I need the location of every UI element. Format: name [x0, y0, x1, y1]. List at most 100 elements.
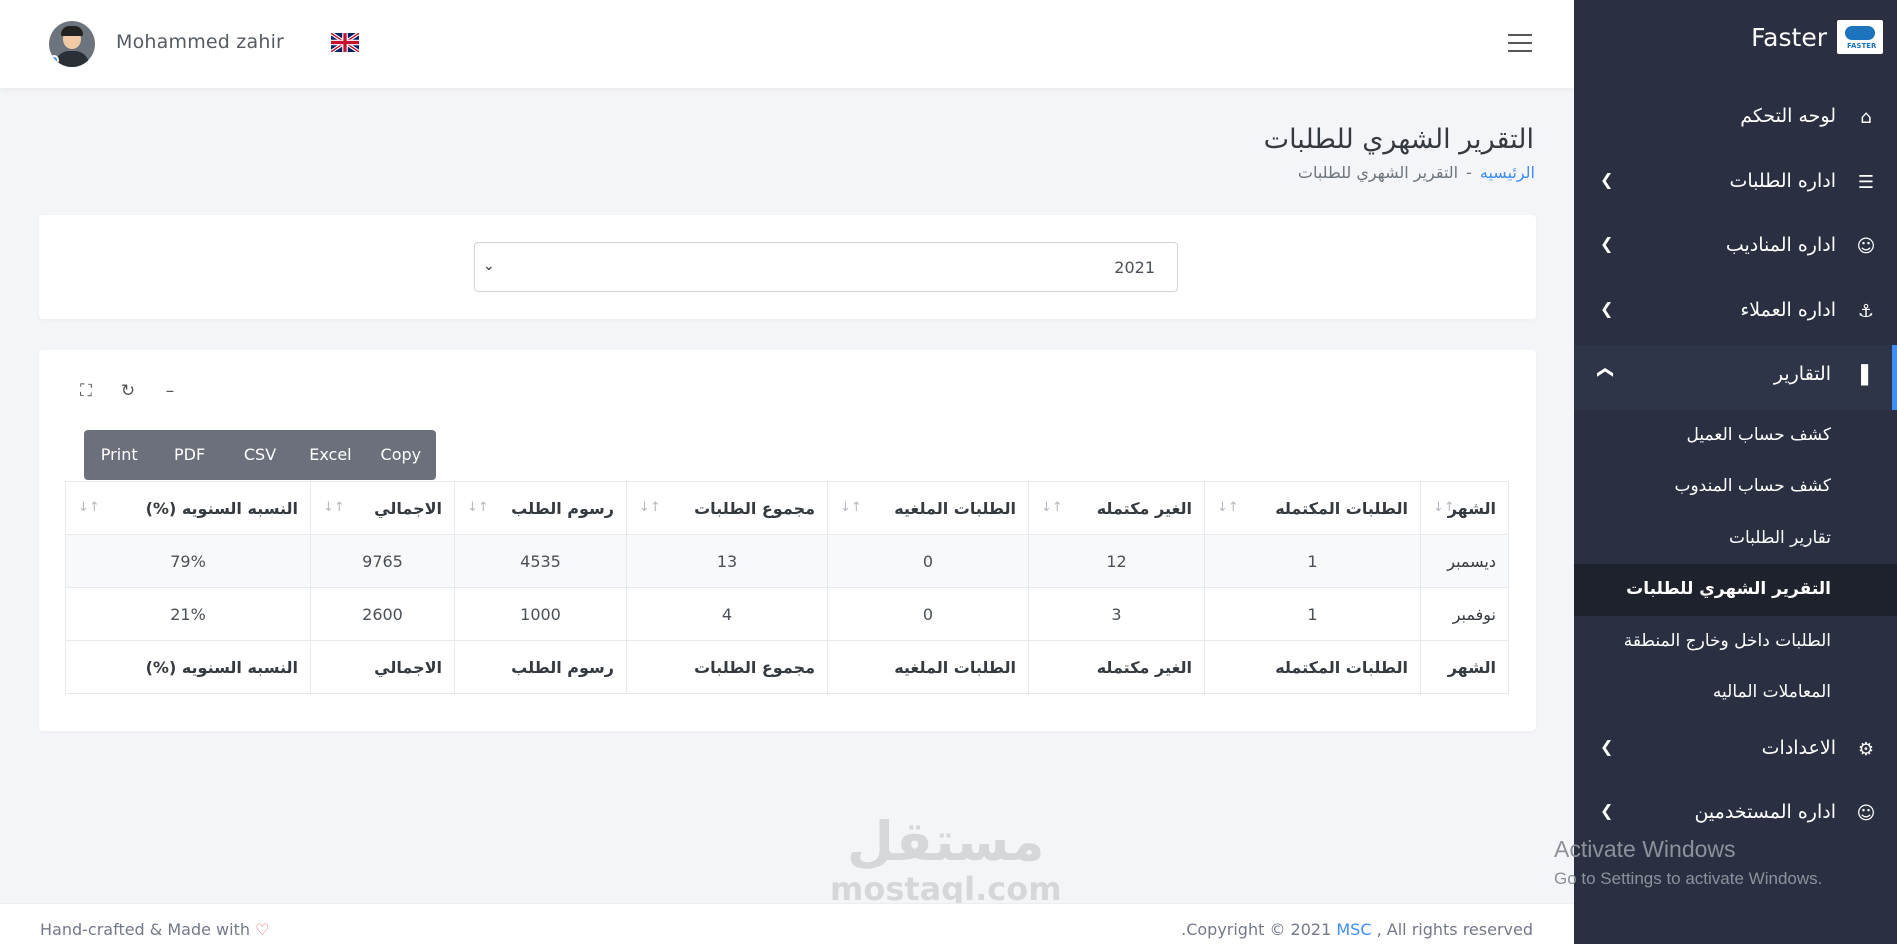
column-header-label: رسوم الطلب [511, 498, 614, 518]
year-filter-card: 2021 ⌄ [39, 215, 1536, 319]
sidebar-item-delegates[interactable]: ☺ اداره المناديب ❯ [1574, 216, 1897, 281]
table-cell: 0 [827, 534, 1029, 588]
breadcrumb-separator: - [1466, 163, 1472, 182]
submenu-item-delegate-statement[interactable]: كشف حساب المندوب [1574, 461, 1897, 513]
brand[interactable]: FASTER Faster [1751, 20, 1883, 54]
footer-copyright: .Copyright © 2021 MSC , All rights reser… [1181, 920, 1533, 939]
table-cell: 12 [1028, 534, 1205, 588]
column-header-completed[interactable]: الطلبات المكتمله ↑↓ [1204, 481, 1421, 535]
table-cell: 0 [827, 587, 1029, 641]
table-row: نوفمبر 1 3 0 4 1000 2600 21% [65, 587, 1509, 641]
fullscreen-icon[interactable]: ⛶ [75, 380, 97, 402]
sidebar-item-orders[interactable]: ☰ اداره الطلبات ❯ [1574, 152, 1897, 217]
submenu-item-label: الطلبات داخل وخارج المنطقة [1623, 630, 1831, 651]
submenu-item-label: التقرير الشهري للطلبات [1626, 579, 1831, 599]
breadcrumb: الرئيسيه-التقرير الشهري للطلبات [1298, 163, 1535, 182]
chevron-down-icon: ⌄ [483, 258, 495, 274]
table-cell: 2600 [310, 587, 455, 641]
mostaql-watermark: مستقل mostaql.com [830, 810, 1062, 908]
column-header-label: الاجمالي [374, 498, 442, 518]
column-header-label: الطلبات الملغيه [894, 498, 1016, 518]
footer-cell: النسبه السنويه (%) [65, 640, 311, 694]
footer-credit-text: Hand-crafted & Made with [40, 920, 250, 939]
sidebar-item-reports[interactable]: ▐ التقارير ❯ [1574, 345, 1897, 410]
chevron-up-icon: ❯ [1597, 365, 1617, 380]
submenu-item-order-reports[interactable]: تقارير الطلبات [1574, 513, 1897, 565]
column-header-label: الغير مكتمله [1096, 498, 1192, 518]
sidebar-item-customers[interactable]: ⚓ اداره العملاء ❯ [1574, 281, 1897, 346]
avatar-body [55, 51, 89, 67]
column-header-order-fees[interactable]: رسوم الطلب ↑↓ [454, 481, 627, 535]
sidebar: FASTER Faster ⌂ لوحه التحكم ☰ اداره الطل… [1574, 0, 1897, 944]
column-header-cancelled[interactable]: الطلبات الملغيه ↑↓ [827, 481, 1029, 535]
list-check-icon: ☰ [1857, 171, 1875, 193]
submenu-item-customer-statement[interactable]: كشف حساب العميل [1574, 410, 1897, 462]
table-cell: 1 [1204, 587, 1421, 641]
user-avatar[interactable] [49, 21, 95, 67]
table-cell: 13 [626, 534, 828, 588]
column-header-annual-percent[interactable]: النسبه السنويه (%) ↑↓ [65, 481, 311, 535]
column-header-incomplete[interactable]: الغير مكتمله ↑↓ [1028, 481, 1205, 535]
watermark-arabic: مستقل [847, 810, 1045, 873]
column-header-total-orders[interactable]: مجموع الطلبات ↑↓ [626, 481, 828, 535]
top-header: Mohammed zahir [0, 0, 1574, 88]
username[interactable]: Mohammed zahir [116, 31, 284, 53]
sidebar-item-label: التقارير [1773, 363, 1831, 385]
sidebar-menu: ⌂ لوحه التحكم ☰ اداره الطلبات ❯ ☺ اداره … [1574, 87, 1897, 848]
table-cell: 9765 [310, 534, 455, 588]
sort-icon: ↑↓ [467, 500, 489, 515]
submenu-item-financial-transactions[interactable]: المعاملات الماليه [1574, 667, 1897, 719]
copyright-prefix: .Copyright © 2021 [1181, 920, 1332, 939]
card-tools: ⛶ ↻ – [75, 380, 181, 402]
watermark-latin: mostaql.com [830, 870, 1062, 908]
column-header-total[interactable]: الاجمالي ↑↓ [310, 481, 455, 535]
sort-icon: ↑↓ [323, 500, 345, 515]
copyright-brand-link[interactable]: MSC [1336, 920, 1371, 939]
copy-button[interactable]: Copy [366, 430, 436, 480]
refresh-icon[interactable]: ↻ [117, 380, 139, 402]
column-header-month[interactable]: الشهر ↑↓ [1420, 481, 1509, 535]
table-cell: 79% [65, 534, 311, 588]
avatar-hair [61, 26, 83, 36]
footer-cell: الاجمالي [310, 640, 455, 694]
print-button[interactable]: Print [84, 430, 154, 480]
sort-icon: ↑↓ [1217, 500, 1239, 515]
sort-icon: ↑↓ [1041, 500, 1063, 515]
table-cell: 3 [1028, 587, 1205, 641]
table-footer-row: الشهر الطلبات المكتمله الغير مكتمله الطل… [65, 640, 1509, 694]
sidebar-item-dashboard[interactable]: ⌂ لوحه التحكم [1574, 87, 1897, 152]
submenu-item-monthly-report[interactable]: التقرير الشهري للطلبات [1574, 564, 1897, 616]
table-row: ديسمبر 1 12 0 13 4535 9765 79% [65, 534, 1509, 588]
submenu-item-inside-outside-region[interactable]: الطلبات داخل وخارج المنطقة [1574, 616, 1897, 668]
sidebar-item-settings[interactable]: ⚙ الاعدادات ❯ [1574, 719, 1897, 784]
collapse-icon[interactable]: – [159, 380, 181, 402]
hamburger-icon[interactable] [1508, 34, 1532, 52]
pdf-button[interactable]: PDF [154, 430, 224, 480]
uk-flag-icon[interactable] [331, 33, 359, 52]
sort-icon: ↑↓ [1433, 500, 1455, 515]
breadcrumb-home-link[interactable]: الرئيسيه [1480, 163, 1535, 182]
submenu-item-label: المعاملات الماليه [1712, 682, 1831, 702]
excel-button[interactable]: Excel [295, 430, 365, 480]
monthly-report-table: الشهر ↑↓ الطلبات المكتمله ↑↓ الغير مكتمله ↑… [65, 481, 1509, 694]
report-table-card: ⛶ ↻ – Print PDF CSV Excel Copy الشهر ↑↓ ا… [39, 350, 1536, 731]
sidebar-item-label: لوحه التحكم [1740, 105, 1836, 127]
sort-icon: ↑↓ [78, 500, 100, 515]
year-select-value: 2021 [1114, 258, 1155, 277]
sort-icon: ↑↓ [840, 500, 862, 515]
column-header-label: النسبه السنويه (%) [145, 498, 298, 518]
csv-button[interactable]: CSV [225, 430, 295, 480]
column-header-label: الشهر [1447, 498, 1496, 518]
breadcrumb-current: التقرير الشهري للطلبات [1297, 163, 1459, 182]
year-select[interactable]: 2021 ⌄ [474, 242, 1178, 292]
submenu-item-label: كشف حساب العميل [1686, 424, 1831, 445]
table-cell: 1000 [454, 587, 627, 641]
sidebar-item-label: الاعدادات [1761, 736, 1836, 759]
page-footer: Hand-crafted & Made with ♡ .Copyright © … [0, 903, 1574, 944]
table-cell: ديسمبر [1420, 534, 1509, 588]
sidebar-item-label: اداره المناديب [1725, 234, 1836, 256]
anchor-icon: ⚓ [1857, 300, 1875, 322]
chevron-left-icon: ❯ [1600, 298, 1614, 318]
reports-submenu: كشف حساب العميل كشف حساب المندوب تقارير … [1574, 409, 1897, 719]
footer-cell: مجموع الطلبات [626, 640, 828, 694]
